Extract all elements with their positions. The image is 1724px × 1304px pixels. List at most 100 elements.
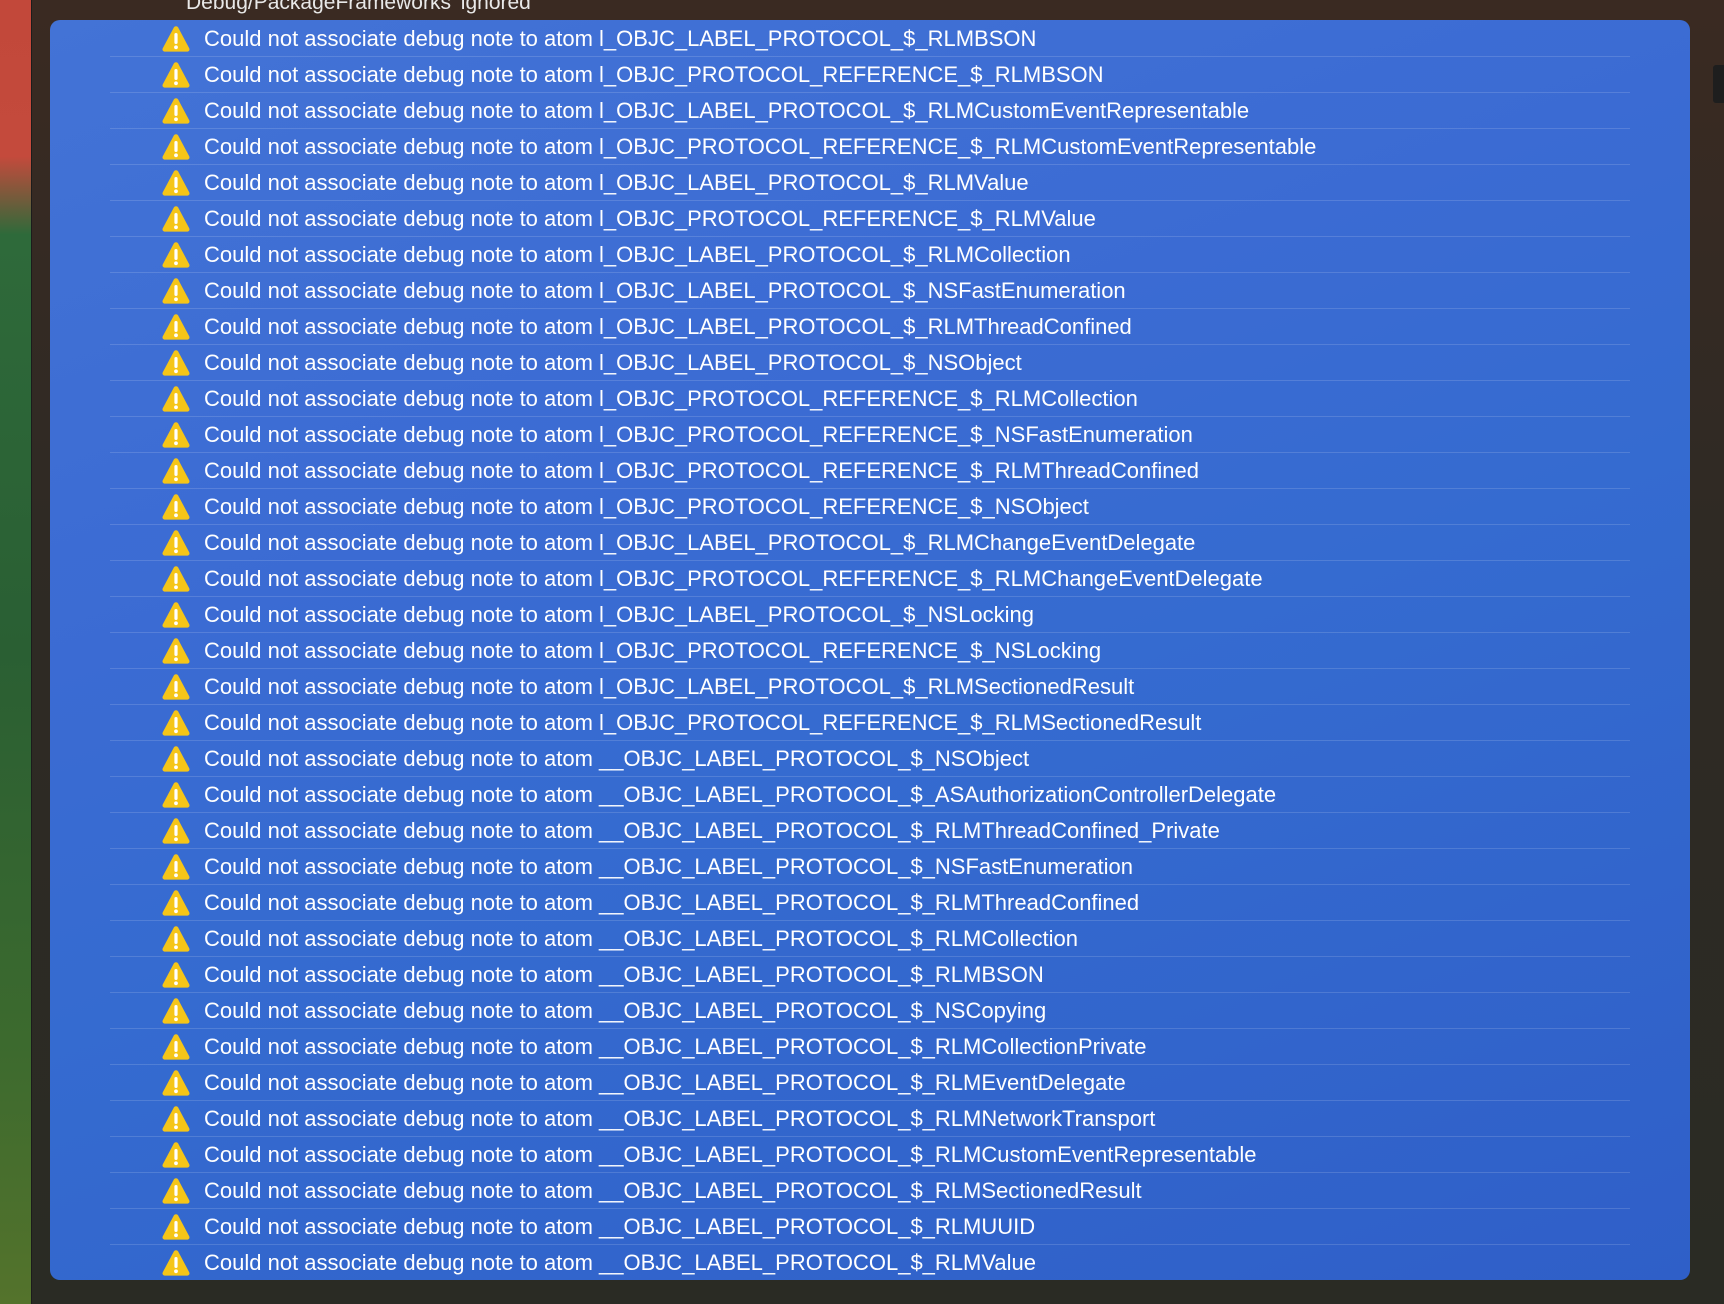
warning-triangle-icon (161, 1176, 191, 1205)
issue-message: Could not associate debug note to atom l… (204, 602, 1034, 627)
issue-row[interactable]: Could not associate debug note to atom l… (110, 633, 1630, 669)
issue-message: Could not associate debug note to atom l… (204, 458, 1199, 483)
issue-row[interactable]: Could not associate debug note to atom _… (110, 993, 1630, 1029)
issue-row[interactable]: Could not associate debug note to atom l… (110, 345, 1630, 381)
issue-message: Could not associate debug note to atom l… (204, 386, 1138, 411)
warning-triangle-icon (161, 384, 191, 413)
issue-row[interactable]: Could not associate debug note to atom l… (110, 489, 1630, 525)
issue-message: Could not associate debug note to atom _… (204, 1214, 1036, 1239)
issue-row[interactable]: Could not associate debug note to atom _… (110, 1065, 1630, 1101)
previous-issue-text[interactable]: Debug/PackageFrameworks' ignored (186, 0, 531, 15)
issue-row[interactable]: Could not associate debug note to atom _… (110, 1029, 1630, 1065)
issue-message: Could not associate debug note to atom _… (204, 782, 1277, 807)
issue-row[interactable]: Could not associate debug note to atom l… (110, 21, 1630, 57)
issue-message: Could not associate debug note to atom _… (204, 746, 1030, 771)
warning-triangle-icon (161, 492, 191, 521)
scrollbar-knob[interactable] (1713, 65, 1724, 103)
warning-triangle-icon (161, 852, 191, 881)
issue-row[interactable]: Could not associate debug note to atom l… (110, 93, 1630, 129)
warning-triangle-icon (161, 996, 191, 1025)
issue-message: Could not associate debug note to atom _… (204, 818, 1220, 843)
issue-message: Could not associate debug note to atom l… (204, 638, 1102, 663)
warning-triangle-icon (161, 780, 191, 809)
issue-row[interactable]: Could not associate debug note to atom _… (110, 813, 1630, 849)
issue-row[interactable]: Could not associate debug note to atom l… (110, 597, 1630, 633)
issue-message: Could not associate debug note to atom _… (204, 1106, 1156, 1131)
issue-row[interactable]: Could not associate debug note to atom l… (110, 417, 1630, 453)
issue-message: Could not associate debug note to atom l… (204, 170, 1029, 195)
issue-message: Could not associate debug note to atom _… (204, 1034, 1147, 1059)
issue-message: Could not associate debug note to atom l… (204, 350, 1022, 375)
warning-triangle-icon (161, 888, 191, 917)
warning-triangle-icon (161, 1068, 191, 1097)
warning-triangle-icon (161, 240, 191, 269)
warning-triangle-icon (161, 1212, 191, 1241)
issue-message: Could not associate debug note to atom _… (204, 998, 1047, 1023)
issue-message: Could not associate debug note to atom l… (204, 530, 1196, 555)
warning-triangle-icon (161, 1140, 191, 1169)
desktop-wallpaper (0, 0, 31, 1304)
warning-triangle-icon (161, 96, 191, 125)
issue-message: Could not associate debug note to atom l… (204, 314, 1132, 339)
issue-list-selection[interactable]: Could not associate debug note to atom l… (50, 20, 1690, 1280)
warning-triangle-icon (161, 708, 191, 737)
warning-triangle-icon (161, 672, 191, 701)
issue-row[interactable]: Could not associate debug note to atom l… (110, 705, 1630, 741)
issue-message: Could not associate debug note to atom l… (204, 206, 1096, 231)
issue-row[interactable]: Could not associate debug note to atom _… (110, 921, 1630, 957)
issue-message: Could not associate debug note to atom l… (204, 710, 1202, 735)
issue-row[interactable]: Could not associate debug note to atom l… (110, 57, 1630, 93)
warning-triangle-icon (161, 276, 191, 305)
issue-message: Could not associate debug note to atom _… (204, 854, 1134, 879)
issue-row[interactable]: Could not associate debug note to atom _… (110, 957, 1630, 993)
issue-message: Could not associate debug note to atom l… (204, 566, 1263, 591)
warning-triangle-icon (161, 24, 191, 53)
issue-row[interactable]: Could not associate debug note to atom l… (110, 309, 1630, 345)
issue-row[interactable]: Could not associate debug note to atom l… (110, 165, 1630, 201)
issue-row[interactable]: Could not associate debug note to atom _… (110, 1101, 1630, 1137)
issue-row[interactable]: Could not associate debug note to atom l… (110, 129, 1630, 165)
issue-message: Could not associate debug note to atom l… (204, 674, 1135, 699)
warning-triangle-icon (161, 636, 191, 665)
issue-row[interactable]: Could not associate debug note to atom _… (110, 1137, 1630, 1173)
issue-row[interactable]: Could not associate debug note to atom l… (110, 525, 1630, 561)
issue-row[interactable]: Could not associate debug note to atom l… (110, 561, 1630, 597)
issue-row[interactable]: Could not associate debug note to atom _… (110, 777, 1630, 813)
issue-message: Could not associate debug note to atom l… (204, 98, 1250, 123)
issue-row[interactable]: Could not associate debug note to atom l… (110, 201, 1630, 237)
issue-row[interactable]: Could not associate debug note to atom _… (110, 741, 1630, 777)
issue-row[interactable]: Could not associate debug note to atom _… (110, 1245, 1630, 1280)
issue-row[interactable]: Could not associate debug note to atom _… (110, 1173, 1630, 1209)
warning-triangle-icon (161, 204, 191, 233)
issue-row[interactable]: Could not associate debug note to atom _… (110, 1209, 1630, 1245)
issue-message: Could not associate debug note to atom _… (204, 1250, 1037, 1275)
warning-triangle-icon (161, 132, 191, 161)
warning-triangle-icon (161, 420, 191, 449)
issue-message: Could not associate debug note to atom _… (204, 1142, 1257, 1167)
issue-row[interactable]: Could not associate debug note to atom l… (110, 237, 1630, 273)
issue-message: Could not associate debug note to atom l… (204, 278, 1126, 303)
issue-message: Could not associate debug note to atom l… (204, 242, 1071, 267)
issue-message: Could not associate debug note to atom l… (204, 494, 1089, 519)
issue-row[interactable]: Could not associate debug note to atom _… (110, 849, 1630, 885)
issue-row[interactable]: Could not associate debug note to atom l… (110, 273, 1630, 309)
issue-row[interactable]: Could not associate debug note to atom _… (110, 885, 1630, 921)
warning-triangle-icon (161, 816, 191, 845)
issue-row[interactable]: Could not associate debug note to atom l… (110, 381, 1630, 417)
warning-triangle-icon (161, 312, 191, 341)
issue-message: Could not associate debug note to atom l… (204, 26, 1037, 51)
issue-row[interactable]: Could not associate debug note to atom l… (110, 669, 1630, 705)
warning-triangle-icon (161, 60, 191, 89)
issue-message: Could not associate debug note to atom _… (204, 962, 1044, 987)
warning-triangle-icon (161, 456, 191, 485)
warning-triangle-icon (161, 1248, 191, 1277)
warning-triangle-icon (161, 1032, 191, 1061)
issue-message: Could not associate debug note to atom _… (204, 1070, 1126, 1095)
warning-triangle-icon (161, 528, 191, 557)
issue-row[interactable]: Could not associate debug note to atom l… (110, 453, 1630, 489)
issue-message: Could not associate debug note to atom l… (204, 422, 1193, 447)
issue-message: Could not associate debug note to atom _… (204, 926, 1078, 951)
warning-triangle-icon (161, 924, 191, 953)
warning-triangle-icon (161, 348, 191, 377)
warning-triangle-icon (161, 564, 191, 593)
